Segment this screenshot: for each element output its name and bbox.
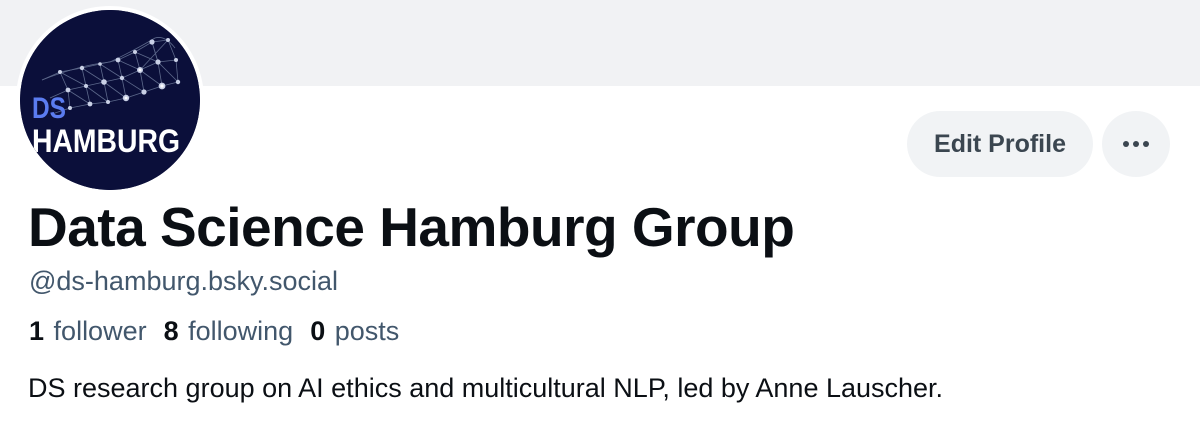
profile-stats: 1 follower 8 following 0 posts [29, 316, 416, 347]
avatar-image: DS HAMBURG [20, 10, 200, 190]
network-logo-icon: DS HAMBURG [20, 10, 200, 190]
posts-label: posts [334, 316, 400, 346]
ellipsis-icon [1123, 141, 1149, 147]
display-name: Data Science Hamburg Group [28, 196, 795, 258]
following-label: following [188, 316, 294, 346]
profile-bio: DS research group on AI ethics and multi… [28, 373, 944, 403]
avatar-ds-text: DS [32, 92, 66, 125]
avatar[interactable]: DS HAMBURG [16, 6, 204, 194]
followers-stat[interactable]: 1 follower [29, 316, 147, 347]
profile-handle: @ds-hamburg.bsky.social [29, 266, 339, 296]
posts-count: 0 [310, 316, 326, 346]
following-count: 8 [163, 316, 179, 346]
posts-stat: 0 posts [310, 316, 399, 347]
followers-count: 1 [29, 316, 45, 346]
edit-profile-button[interactable]: Edit Profile [907, 111, 1093, 177]
more-options-button[interactable] [1102, 111, 1170, 177]
followers-label: follower [53, 316, 147, 346]
avatar-hamburg-text: HAMBURG [32, 123, 180, 159]
profile-page: DS HAMBURG Edit Profile Data Science Ham… [0, 0, 1200, 446]
following-stat[interactable]: 8 following [164, 316, 294, 347]
